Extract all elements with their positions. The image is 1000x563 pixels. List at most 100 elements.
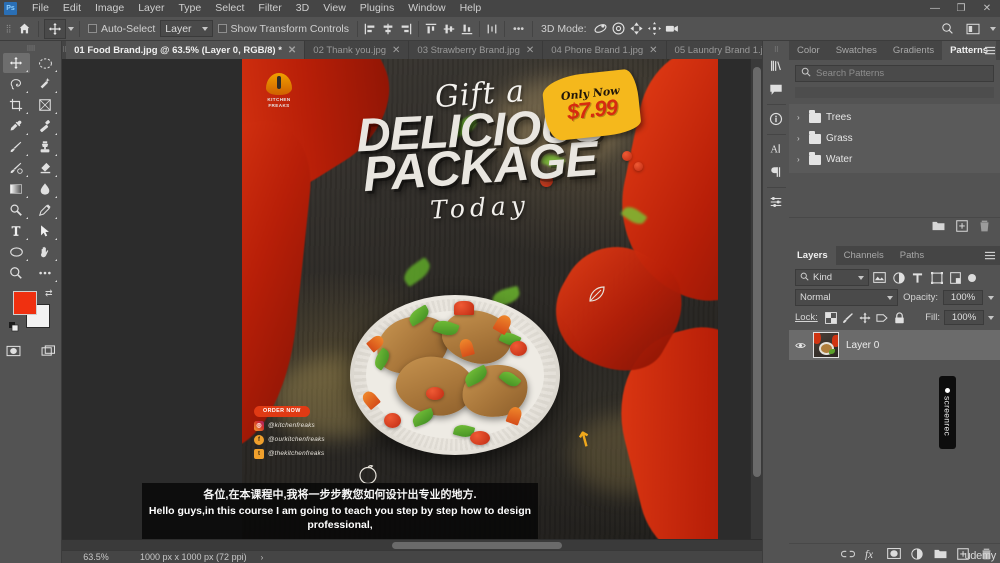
ellipse-tool[interactable] xyxy=(3,242,30,262)
chevron-right-icon[interactable]: › xyxy=(797,134,804,143)
panel-menu-icon[interactable] xyxy=(984,246,996,265)
foreground-color-swatch[interactable] xyxy=(12,291,37,315)
3d-orbit-icon[interactable] xyxy=(592,20,610,38)
zoom-level[interactable]: 63.5% xyxy=(62,552,130,562)
auto-select-checkbox[interactable]: Auto-Select xyxy=(83,17,160,41)
tab-gradients[interactable]: Gradients xyxy=(885,41,942,60)
search-input[interactable] xyxy=(816,68,988,79)
tools-panel-grip[interactable]: ⠿⠿ xyxy=(0,44,61,53)
dodge-tool[interactable] xyxy=(3,200,30,220)
swap-colors-icon[interactable]: ⇄ xyxy=(45,288,53,299)
chevron-down-icon[interactable] xyxy=(887,295,894,300)
align-right-edges-icon[interactable] xyxy=(397,20,415,38)
layer-filter-kind-dropdown[interactable]: Kind xyxy=(795,269,869,286)
paragraph-icon[interactable] xyxy=(765,161,788,183)
opacity-value[interactable]: 100% xyxy=(943,290,983,305)
close-icon[interactable]: ✕ xyxy=(649,45,657,56)
canvas-viewport[interactable]: KITCHEN FREAKS Gift a DELICIOUS PACKAGE … xyxy=(62,59,762,539)
default-colors-icon[interactable] xyxy=(8,322,19,332)
chevron-down-icon[interactable] xyxy=(68,26,74,31)
pixel-filter-icon[interactable] xyxy=(871,269,888,286)
social-row-instagram[interactable]: ◎ @kitchenfreaks xyxy=(254,420,374,431)
tool-preset-picker[interactable] xyxy=(42,18,76,39)
chevron-down-icon[interactable] xyxy=(988,295,994,300)
order-now-button[interactable]: ORDER NOW xyxy=(254,405,310,417)
close-button[interactable]: ✕ xyxy=(974,0,1000,17)
lock-transparent-icon[interactable] xyxy=(823,310,840,325)
canvas-horizontal-scrollbar[interactable] xyxy=(62,539,762,550)
blur-tool[interactable] xyxy=(32,179,59,199)
3d-roll-icon[interactable] xyxy=(610,20,628,38)
lock-all-icon[interactable] xyxy=(891,310,908,325)
distribute-icon[interactable] xyxy=(483,20,501,38)
align-horizontal-centers-icon[interactable] xyxy=(379,20,397,38)
document-tab-5[interactable]: 05 Laundry Brand 1.jpg ✕ xyxy=(666,41,762,59)
pattern-group-trees[interactable]: › Trees xyxy=(789,107,1000,128)
frame-tool[interactable] xyxy=(32,95,59,115)
checkbox-box[interactable] xyxy=(217,24,227,33)
move-tool[interactable] xyxy=(2,53,30,73)
delete-icon[interactable] xyxy=(979,220,990,235)
edit-toolbar-button[interactable] xyxy=(32,263,59,283)
tab-paths[interactable]: Paths xyxy=(892,246,932,265)
panel-menu-icon[interactable] xyxy=(984,41,996,60)
crop-tool[interactable] xyxy=(3,95,30,115)
checkbox-box[interactable] xyxy=(88,24,97,33)
options-bar-grip[interactable]: ⣿ xyxy=(3,17,13,41)
hand-tool[interactable] xyxy=(32,242,59,262)
patterns-search-box[interactable] xyxy=(795,65,994,82)
chevron-down-icon[interactable] xyxy=(990,26,996,31)
new-group-icon[interactable] xyxy=(933,547,947,561)
3d-camera-icon[interactable] xyxy=(664,20,682,38)
filter-toggle-icon[interactable] xyxy=(968,273,976,282)
quick-mask-icon[interactable] xyxy=(0,341,27,361)
menu-3d[interactable]: 3D xyxy=(289,0,316,17)
menu-filter[interactable]: Filter xyxy=(251,0,288,17)
3d-slide-icon[interactable] xyxy=(646,20,664,38)
character-icon[interactable]: A xyxy=(765,138,788,160)
rail-grip[interactable]: ⠿ xyxy=(763,45,789,55)
close-icon[interactable]: ✕ xyxy=(288,45,296,56)
type-filter-icon[interactable] xyxy=(909,269,926,286)
zoom-tool[interactable] xyxy=(3,263,30,283)
more-options-button[interactable]: ••• xyxy=(508,17,529,41)
smart-object-filter-icon[interactable] xyxy=(947,269,964,286)
auto-select-scope-dropdown[interactable]: Layer xyxy=(160,20,213,37)
link-layers-icon[interactable] xyxy=(841,547,855,561)
close-icon[interactable]: ✕ xyxy=(526,45,534,56)
pattern-group-water[interactable]: › Water xyxy=(789,149,1000,170)
close-icon[interactable]: ✕ xyxy=(392,45,400,56)
menu-view[interactable]: View xyxy=(316,0,353,17)
lasso-tool[interactable] xyxy=(3,74,30,94)
type-tool[interactable] xyxy=(3,221,30,241)
new-group-icon[interactable] xyxy=(932,220,945,234)
workspace-switcher-icon[interactable] xyxy=(964,20,982,38)
path-selection-tool[interactable] xyxy=(32,221,59,241)
tab-channels[interactable]: Channels xyxy=(836,246,892,265)
chevron-down-icon[interactable] xyxy=(988,315,994,320)
minimize-button[interactable]: — xyxy=(922,0,948,17)
tab-swatches[interactable]: Swatches xyxy=(828,41,885,60)
menu-edit[interactable]: Edit xyxy=(56,0,88,17)
fill-value[interactable]: 100% xyxy=(944,310,984,325)
elliptical-marquee-tool[interactable] xyxy=(32,53,59,73)
layer-mask-icon[interactable] xyxy=(887,547,901,561)
canvas-vertical-scrollbar[interactable] xyxy=(750,59,762,539)
info-icon[interactable] xyxy=(765,108,788,130)
move-tool-icon[interactable] xyxy=(44,18,66,39)
social-row-facebook[interactable]: f @ourkitchenfreaks xyxy=(254,434,374,445)
adjustment-filter-icon[interactable] xyxy=(890,269,907,286)
layer-visibility-icon[interactable] xyxy=(795,340,806,351)
chevron-down-icon[interactable] xyxy=(201,26,208,31)
adjustments-icon[interactable] xyxy=(765,191,788,213)
pen-tool[interactable] xyxy=(32,200,59,220)
align-left-edges-icon[interactable] xyxy=(361,20,379,38)
tab-color[interactable]: Color xyxy=(789,41,828,60)
document-tab-3[interactable]: 03 Strawberry Brand.jpg ✕ xyxy=(409,41,544,59)
layer-style-icon[interactable]: fx xyxy=(864,547,878,561)
lock-position-icon[interactable] xyxy=(857,310,874,325)
blend-mode-dropdown[interactable]: Normal xyxy=(795,289,899,306)
scrollbar-thumb[interactable] xyxy=(753,67,761,477)
menu-type[interactable]: Type xyxy=(171,0,208,17)
pattern-group-grass[interactable]: › Grass xyxy=(789,128,1000,149)
